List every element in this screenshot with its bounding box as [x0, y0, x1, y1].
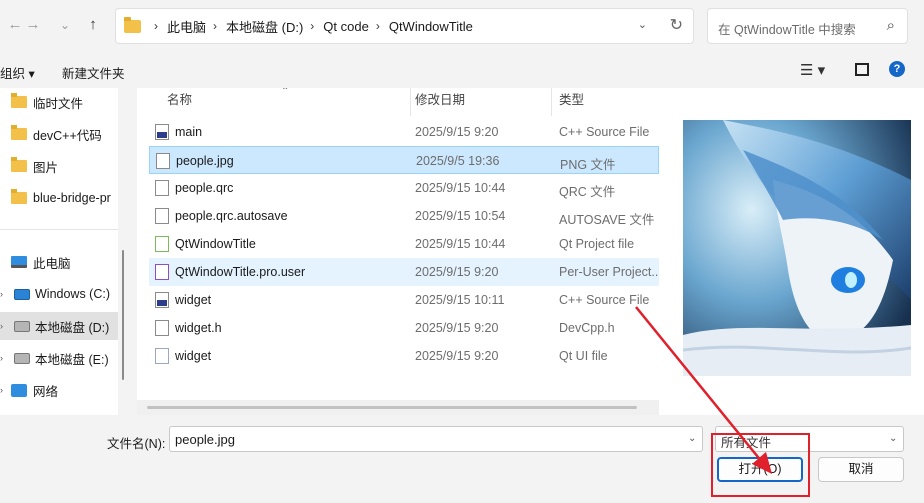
- horizontal-scrollbar[interactable]: [137, 400, 659, 415]
- file-row[interactable]: widget 2025/9/15 9:20 Qt UI file: [149, 342, 659, 370]
- refresh-icon[interactable]: ↻: [670, 15, 683, 35]
- sidebar-item-this-pc[interactable]: 此电脑: [0, 248, 118, 276]
- column-header-name[interactable]: 名称: [167, 88, 192, 116]
- column-header-date[interactable]: 修改日期: [415, 88, 465, 116]
- scrollbar-thumb[interactable]: [147, 406, 637, 409]
- expand-arrow-icon[interactable]: ›: [0, 289, 10, 299]
- sidebar-scrollbar[interactable]: [122, 250, 124, 380]
- expand-arrow-icon[interactable]: ›: [0, 353, 10, 363]
- search-icon: ⌕: [886, 17, 895, 34]
- sidebar-item-devcpp[interactable]: devC++代码: [0, 120, 118, 148]
- view-options-icon[interactable]: ☰ ▾: [800, 61, 825, 79]
- drive-icon: [14, 352, 30, 364]
- sidebar-item-pictures[interactable]: 图片: [0, 152, 118, 180]
- ui-file-icon: [155, 348, 169, 364]
- sidebar-item-drive-e[interactable]: › 本地磁盘 (E:): [0, 344, 118, 372]
- sidebar-divider: [0, 229, 118, 230]
- file-icon: [155, 208, 169, 224]
- file-row[interactable]: QtWindowTitle 2025/9/15 10:44 Qt Project…: [149, 230, 659, 258]
- filename-label: 文件名(N):: [107, 437, 166, 451]
- user-project-file-icon: [155, 264, 169, 280]
- file-row[interactable]: widget.h 2025/9/15 9:20 DevCpp.h: [149, 314, 659, 342]
- navigation-bar: ← → ⌄ ↑ › 此电脑 › 本地磁盘 (D:) › Qt code › Qt…: [0, 0, 924, 52]
- up-icon[interactable]: ↑: [82, 14, 104, 36]
- drive-icon: [14, 288, 30, 300]
- sidebar-item-network[interactable]: › 网络: [0, 376, 118, 404]
- chevron-down-icon[interactable]: ⌄: [688, 433, 696, 444]
- cpp-file-icon: [155, 292, 169, 308]
- cancel-button[interactable]: 取消: [818, 457, 904, 482]
- filename-input[interactable]: people.jpg: [169, 426, 703, 452]
- chevron-down-icon[interactable]: ⌄: [889, 433, 897, 444]
- file-list: ⌃ 名称 修改日期 类型 main 2025/9/15 9:20 C++ Sou…: [137, 88, 659, 400]
- sidebar-item-temp-files[interactable]: 临时文件: [0, 88, 118, 116]
- chevron-down-icon[interactable]: ⌄: [638, 18, 647, 31]
- folder-icon: [124, 16, 141, 33]
- sidebar-item-blue-bridge[interactable]: blue-bridge-pr: [0, 184, 118, 212]
- file-icon: [156, 153, 170, 169]
- drive-icon: [14, 320, 30, 332]
- breadcrumb-this-pc[interactable]: 此电脑: [167, 17, 206, 36]
- file-row[interactable]: main 2025/9/15 9:20 C++ Source File: [149, 118, 659, 146]
- sort-ascending-icon: ⌃: [281, 88, 290, 97]
- file-row[interactable]: people.qrc.autosave 2025/9/15 10:54 AUTO…: [149, 202, 659, 230]
- folder-icon: [11, 93, 27, 108]
- annotation-highlight-box: [711, 433, 810, 497]
- history-chevron-icon[interactable]: ⌄: [54, 14, 76, 36]
- expand-arrow-icon[interactable]: ›: [0, 385, 10, 395]
- navigation-pane: 临时文件 devC++代码 图片 blue-bridge-pr 此电脑 › Wi…: [0, 88, 118, 415]
- breadcrumb-qt-code[interactable]: Qt code: [323, 19, 369, 34]
- new-folder-button[interactable]: 新建文件夹: [62, 63, 125, 82]
- search-input[interactable]: 在 QtWindowTitle 中搜索: [718, 19, 856, 38]
- folder-icon: [11, 189, 27, 204]
- folder-icon: [11, 157, 27, 172]
- file-icon: [155, 320, 169, 336]
- search-box[interactable]: 在 QtWindowTitle 中搜索 ⌕: [707, 8, 908, 44]
- preview-image: [683, 120, 911, 376]
- breadcrumb-drive-d[interactable]: 本地磁盘 (D:): [226, 17, 303, 36]
- sidebar-item-drive-c[interactable]: › Windows (C:): [0, 280, 118, 308]
- organize-menu[interactable]: 组织 ▾: [0, 63, 35, 82]
- qt-project-file-icon: [155, 236, 169, 252]
- command-bar: 组织 ▾ 新建文件夹 ☰ ▾ ?: [0, 52, 924, 88]
- file-icon: [155, 180, 169, 196]
- preview-pane-icon[interactable]: [855, 63, 869, 76]
- network-icon: [11, 383, 27, 397]
- file-row[interactable]: widget 2025/9/15 10:11 C++ Source File: [149, 286, 659, 314]
- file-row[interactable]: QtWindowTitle.pro.user 2025/9/15 9:20 Pe…: [149, 258, 659, 286]
- help-icon[interactable]: ?: [889, 61, 905, 77]
- file-row-selected[interactable]: people.jpg 2025/9/5 19:36 PNG 文件: [149, 146, 659, 174]
- column-header-type[interactable]: 类型: [559, 88, 584, 116]
- expand-arrow-icon[interactable]: ›: [0, 321, 10, 331]
- breadcrumb-qtwindowtitle[interactable]: QtWindowTitle: [389, 19, 473, 34]
- computer-icon: [11, 256, 27, 268]
- forward-icon[interactable]: →: [22, 14, 44, 36]
- cpp-file-icon: [155, 124, 169, 140]
- folder-icon: [11, 125, 27, 140]
- address-bar[interactable]: › 此电脑 › 本地磁盘 (D:) › Qt code › QtWindowTi…: [115, 8, 694, 44]
- sidebar-item-drive-d[interactable]: › 本地磁盘 (D:): [0, 312, 118, 340]
- file-row[interactable]: people.qrc 2025/9/15 10:44 QRC 文件: [149, 174, 659, 202]
